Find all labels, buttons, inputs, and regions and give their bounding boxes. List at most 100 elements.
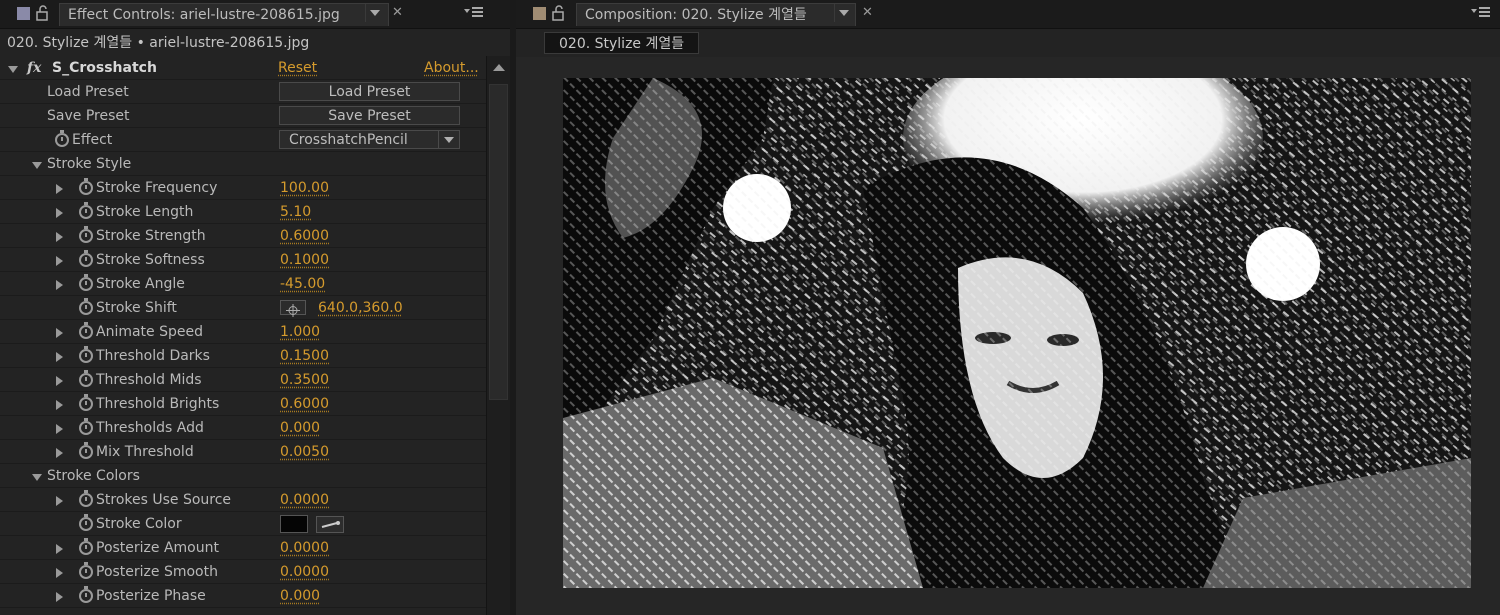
tab-close-icon[interactable]: ✕ — [392, 5, 403, 20]
scrollbar-thumb[interactable] — [489, 84, 508, 400]
property-value[interactable]: 0.6000 — [280, 224, 329, 248]
twirl-right-icon[interactable] — [56, 448, 63, 458]
stopwatch-icon[interactable] — [79, 514, 93, 531]
property-label: Stroke Angle — [96, 276, 185, 292]
tab-close-icon[interactable]: ✕ — [862, 5, 873, 20]
twirl-right-icon[interactable] — [56, 208, 63, 218]
panel-color-swatch-icon — [17, 7, 30, 20]
fx-icon[interactable]: fx — [27, 56, 41, 80]
load-preset-label: Load Preset — [47, 84, 129, 100]
twirl-right-icon[interactable] — [56, 424, 63, 434]
twirl-right-icon[interactable] — [56, 544, 63, 554]
property-label: Stroke Color — [96, 516, 182, 532]
stopwatch-icon[interactable] — [79, 490, 93, 507]
stroke-style-group[interactable]: Stroke Style — [0, 152, 486, 176]
load-preset-button[interactable]: Load Preset — [279, 82, 460, 101]
property-label: Animate Speed — [96, 324, 203, 340]
property-row: Strokes Use Source 0.0000 — [0, 488, 486, 512]
effect-controls-scrollbar[interactable] — [486, 56, 510, 615]
load-preset-row: Load Preset Load Preset — [0, 80, 486, 104]
twirl-right-icon[interactable] — [56, 496, 63, 506]
tab-composition[interactable]: Composition: 020. Stylize 계열들 — [576, 3, 856, 26]
twirl-right-icon[interactable] — [56, 232, 63, 242]
effect-header-row[interactable]: fx S_Crosshatch Reset About... — [0, 56, 486, 80]
property-value[interactable]: 0.0000 — [280, 488, 329, 512]
stopwatch-icon[interactable] — [79, 562, 93, 579]
property-label: Strokes Use Source — [96, 492, 232, 508]
reset-button[interactable]: Reset — [278, 56, 317, 80]
about-button[interactable]: About... — [424, 56, 479, 80]
save-preset-button[interactable]: Save Preset — [279, 106, 460, 125]
stopwatch-icon[interactable] — [79, 226, 93, 243]
property-label: Stroke Softness — [96, 252, 205, 268]
stopwatch-icon[interactable] — [79, 346, 93, 363]
tab-effect-controls[interactable]: Effect Controls: ariel-lustre-208615.jpg — [59, 3, 389, 26]
twirl-down-icon[interactable] — [8, 66, 18, 73]
stopwatch-icon[interactable] — [79, 418, 93, 435]
stroke-colors-group[interactable]: Stroke Colors — [0, 464, 486, 488]
property-row: Animate Speed 1.000 — [0, 320, 486, 344]
stopwatch-icon[interactable] — [79, 274, 93, 291]
effect-select-dropdown[interactable]: CrosshatchPencil — [279, 130, 460, 149]
stopwatch-icon[interactable] — [79, 298, 93, 315]
property-value[interactable]: 0.000 — [280, 584, 320, 608]
twirl-right-icon[interactable] — [56, 280, 63, 290]
stopwatch-icon[interactable] — [79, 322, 93, 339]
property-value[interactable]: 0.000 — [280, 416, 320, 440]
composition-panel: Composition: 020. Stylize 계열들 ✕ 020. Sty… — [516, 0, 1500, 615]
stopwatch-icon[interactable] — [79, 370, 93, 387]
panel-menu-icon[interactable] — [1471, 6, 1491, 20]
composition-viewer[interactable] — [516, 57, 1500, 615]
composition-name-tab[interactable]: 020. Stylize 계열들 — [544, 32, 700, 54]
property-value[interactable]: 100.00 — [280, 176, 329, 200]
property-row: Mix Threshold 0.0050 — [0, 440, 486, 464]
property-label: Stroke Shift — [96, 300, 177, 316]
eyedropper-icon[interactable] — [316, 516, 344, 533]
effect-controls-panel: Effect Controls: ariel-lustre-208615.jpg… — [0, 0, 510, 615]
tab-dropdown-chevron-down-icon[interactable] — [834, 4, 853, 22]
twirl-right-icon[interactable] — [56, 184, 63, 194]
property-value[interactable]: -45.00 — [280, 272, 325, 296]
scroll-up-icon[interactable] — [493, 64, 505, 71]
property-label: Posterize Phase — [96, 588, 206, 604]
property-value[interactable]: 0.0000 — [280, 560, 329, 584]
stopwatch-icon[interactable] — [79, 250, 93, 267]
stopwatch-icon[interactable] — [79, 178, 93, 195]
stopwatch-icon[interactable] — [79, 442, 93, 459]
property-value[interactable]: 0.1500 — [280, 344, 329, 368]
stopwatch-icon[interactable] — [79, 202, 93, 219]
twirl-right-icon[interactable] — [56, 328, 63, 338]
tab-dropdown-chevron-down-icon[interactable] — [365, 4, 384, 22]
twirl-right-icon[interactable] — [56, 592, 63, 602]
stopwatch-icon[interactable] — [79, 394, 93, 411]
property-value[interactable]: 0.6000 — [280, 392, 329, 416]
property-label: Threshold Darks — [96, 348, 210, 364]
twirl-right-icon[interactable] — [56, 376, 63, 386]
composition-preview-image — [563, 78, 1471, 588]
stroke-color-swatch[interactable] — [280, 515, 308, 533]
panel-menu-icon[interactable] — [464, 6, 484, 20]
stopwatch-icon[interactable] — [79, 538, 93, 555]
lock-icon[interactable] — [552, 5, 566, 21]
lock-icon[interactable] — [36, 5, 50, 21]
twirl-right-icon[interactable] — [56, 256, 63, 266]
twirl-down-icon[interactable] — [32, 474, 42, 481]
stopwatch-icon[interactable] — [79, 586, 93, 603]
twirl-right-icon[interactable] — [56, 400, 63, 410]
property-value[interactable]: 640.0,360.0 — [318, 296, 403, 320]
chevron-down-icon[interactable] — [438, 131, 459, 148]
property-value[interactable]: 0.0050 — [280, 440, 329, 464]
property-value[interactable]: 5.10 — [280, 200, 311, 224]
property-value[interactable]: 0.3500 — [280, 368, 329, 392]
twirl-right-icon[interactable] — [56, 352, 63, 362]
property-label: Posterize Smooth — [96, 564, 218, 580]
stopwatch-icon[interactable] — [55, 130, 69, 147]
twirl-right-icon[interactable] — [56, 568, 63, 578]
property-value[interactable]: 0.1000 — [280, 248, 329, 272]
twirl-down-icon[interactable] — [32, 162, 42, 169]
property-row: Stroke Strength 0.6000 — [0, 224, 486, 248]
crosshair-point-icon[interactable] — [280, 300, 306, 317]
effect-select-label: Effect — [72, 132, 113, 148]
property-value[interactable]: 1.000 — [280, 320, 320, 344]
property-value[interactable]: 0.0000 — [280, 536, 329, 560]
